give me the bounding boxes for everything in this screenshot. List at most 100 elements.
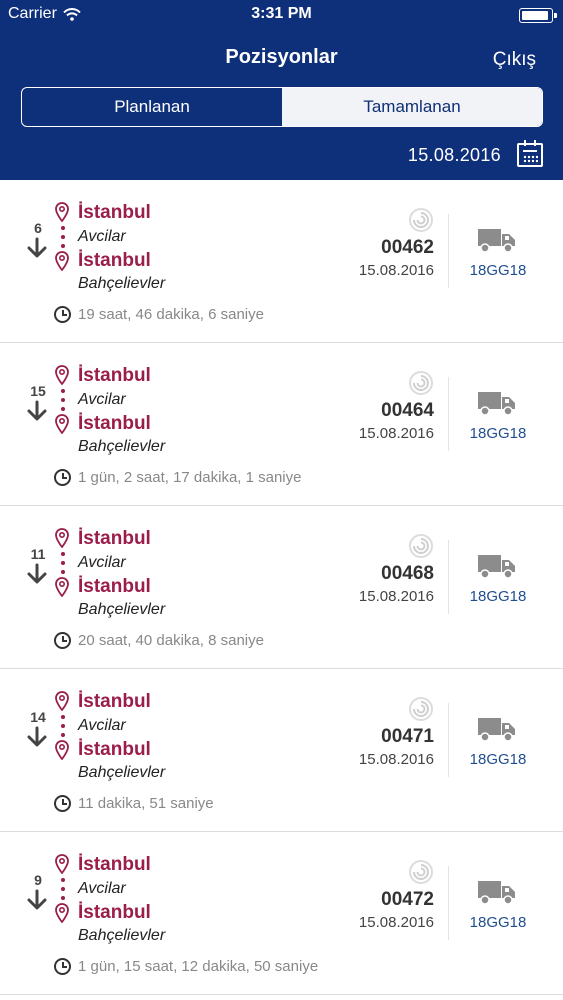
sequence-number: 6	[34, 220, 42, 236]
route-dots	[61, 715, 65, 737]
status-spinner-icon	[409, 697, 433, 721]
origin-city: İstanbul	[78, 691, 151, 712]
origin-district: Avcilar	[78, 717, 126, 734]
truck-icon	[478, 881, 515, 905]
sequence-number: 15	[30, 383, 46, 399]
list-item[interactable]: 11 İstanbul Avcilar İstanbul Bahçelievle…	[0, 506, 563, 669]
position-list: 6 İstanbul Avcilar İstanbul Bahçelievler…	[0, 180, 563, 995]
divider	[448, 866, 449, 940]
list-item[interactable]: 9 İstanbul Avcilar İstanbul Bahçelievler…	[0, 832, 563, 995]
list-item[interactable]: 14 İstanbul Avcilar İstanbul Bahçelievle…	[0, 669, 563, 832]
location-pin-icon	[55, 691, 69, 711]
location-pin-icon	[55, 365, 69, 385]
order-date: 15.08.2016	[358, 914, 434, 931]
tab-planlanan[interactable]: Planlanan	[22, 88, 282, 126]
destination-district: Bahçelievler	[78, 927, 166, 944]
sequence-number: 9	[34, 872, 42, 888]
destination-district: Bahçelievler	[78, 438, 166, 455]
vehicle-plate: 18GG18	[469, 425, 527, 442]
destination-district: Bahçelievler	[78, 275, 166, 292]
order-number: 00464	[381, 400, 434, 421]
list-item[interactable]: 15 İstanbul Avcilar İstanbul Bahçelievle…	[0, 343, 563, 506]
page-title: Pozisyonlar	[225, 46, 338, 68]
status-spinner-icon	[409, 208, 433, 232]
origin-district: Avcilar	[78, 880, 126, 897]
battery-icon	[519, 8, 557, 23]
route-dots	[61, 552, 65, 574]
order-date: 15.08.2016	[358, 425, 434, 442]
duration-text: 1 gün, 15 saat, 12 dakika, 50 saniye	[78, 958, 319, 975]
destination-city: İstanbul	[78, 250, 151, 271]
arrow-down-icon	[27, 726, 47, 747]
vehicle-plate: 18GG18	[469, 588, 527, 605]
order-number: 00468	[381, 563, 434, 584]
status-spinner-icon	[409, 534, 433, 558]
divider	[448, 540, 449, 614]
divider	[448, 377, 449, 451]
status-spinner-icon	[409, 860, 433, 884]
arrow-down-icon	[27, 400, 47, 421]
location-pin-icon	[55, 414, 69, 434]
sequence-number: 11	[30, 546, 46, 562]
location-pin-icon	[55, 740, 69, 760]
order-number: 00472	[381, 889, 434, 910]
clock-icon	[54, 469, 71, 486]
route-dots	[61, 389, 65, 411]
destination-city: İstanbul	[78, 413, 151, 434]
destination-city: İstanbul	[78, 576, 151, 597]
duration-text: 19 saat, 46 dakika, 6 saniye	[78, 306, 264, 323]
arrow-down-icon	[27, 889, 47, 910]
truck-icon	[478, 555, 515, 579]
origin-district: Avcilar	[78, 391, 126, 408]
destination-city: İstanbul	[78, 902, 151, 923]
clock-icon	[54, 795, 71, 812]
location-pin-icon	[55, 251, 69, 271]
truck-icon	[478, 392, 515, 416]
duration-text: 20 saat, 40 dakika, 8 saniye	[78, 632, 264, 649]
status-spinner-icon	[409, 371, 433, 395]
order-date: 15.08.2016	[358, 588, 434, 605]
selected-date: 15.08.2016	[407, 144, 501, 165]
origin-city: İstanbul	[78, 365, 151, 386]
origin-city: İstanbul	[78, 202, 151, 223]
clock-icon	[54, 958, 71, 975]
route-dots	[61, 226, 65, 248]
origin-city: İstanbul	[78, 854, 151, 875]
duration-text: 11 dakika, 51 saniye	[78, 795, 214, 812]
location-pin-icon	[55, 903, 69, 923]
truck-icon	[478, 229, 515, 253]
duration-text: 1 gün, 2 saat, 17 dakika, 1 saniye	[78, 469, 302, 486]
truck-icon	[478, 718, 515, 742]
vehicle-plate: 18GG18	[469, 914, 527, 931]
location-pin-icon	[55, 577, 69, 597]
vehicle-plate: 18GG18	[469, 262, 527, 279]
segmented-control: Planlanan Tamamlanan	[21, 87, 543, 127]
origin-district: Avcilar	[78, 228, 126, 245]
route-dots	[61, 878, 65, 900]
destination-city: İstanbul	[78, 739, 151, 760]
tab-tamamlanan[interactable]: Tamamlanan	[282, 88, 542, 126]
vehicle-plate: 18GG18	[469, 751, 527, 768]
exit-button[interactable]: Çıkış	[493, 49, 536, 71]
arrow-down-icon	[27, 563, 47, 584]
order-date: 15.08.2016	[358, 751, 434, 768]
destination-district: Bahçelievler	[78, 601, 166, 618]
clock-icon	[54, 306, 71, 323]
order-date: 15.08.2016	[358, 262, 434, 279]
divider	[448, 703, 449, 777]
location-pin-icon	[55, 202, 69, 222]
date-filter: 15.08.2016	[407, 140, 543, 167]
order-number: 00462	[381, 237, 434, 258]
arrow-down-icon	[27, 237, 47, 258]
sequence-number: 14	[30, 709, 46, 725]
calendar-icon[interactable]	[517, 140, 543, 167]
clock-icon	[54, 632, 71, 649]
list-item[interactable]: 6 İstanbul Avcilar İstanbul Bahçelievler…	[0, 180, 563, 343]
status-time: 3:31 PM	[251, 5, 312, 22]
divider	[448, 214, 449, 288]
origin-city: İstanbul	[78, 528, 151, 549]
app-header: Carrier 3:31 PM Pozisyonlar Çıkış Planla…	[0, 0, 563, 180]
location-pin-icon	[55, 528, 69, 548]
origin-district: Avcilar	[78, 554, 126, 571]
order-number: 00471	[381, 726, 434, 747]
